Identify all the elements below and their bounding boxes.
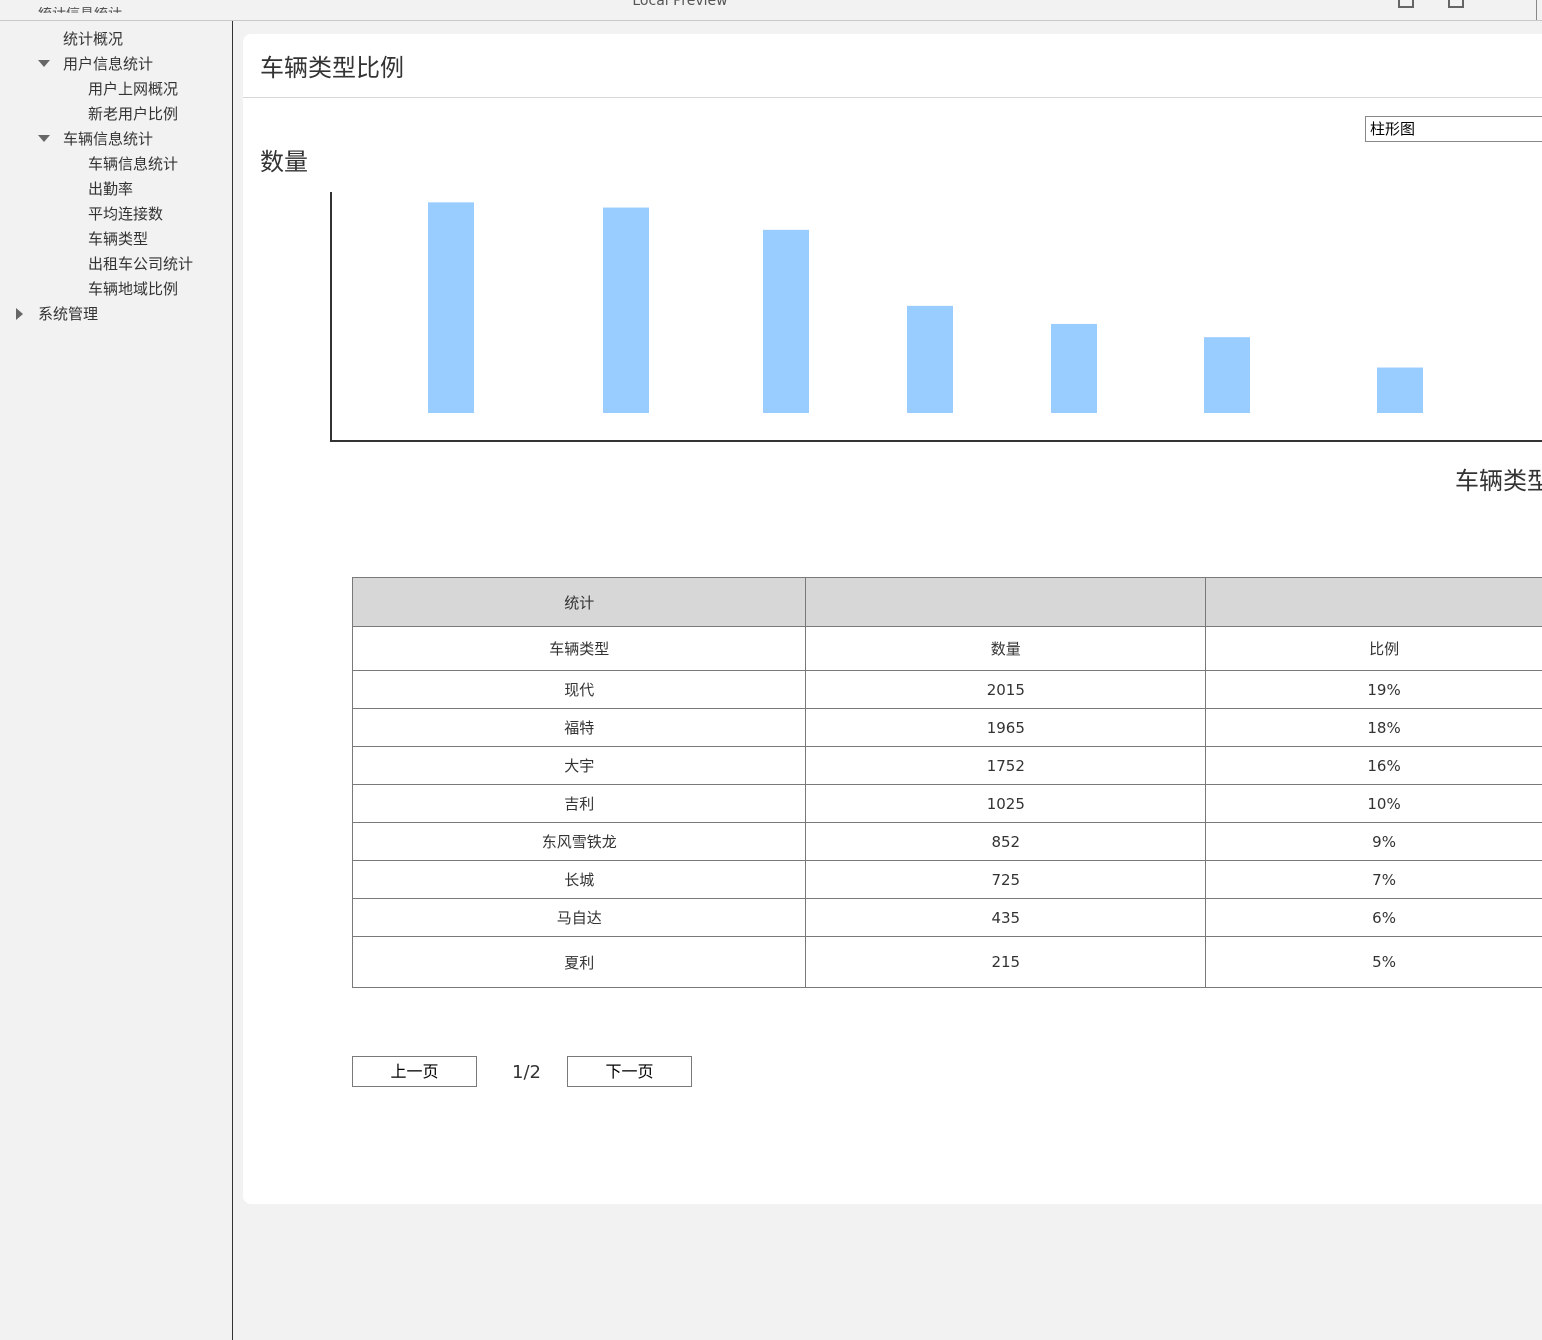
sidebar-item-cut-off[interactable]: 统计信息统计 xyxy=(38,7,122,13)
chart-bar-3 xyxy=(763,229,809,413)
sidebar-item-new-old-users[interactable]: 新老用户比例 xyxy=(88,104,178,124)
cell-vehicle-type: 东风雪铁龙 xyxy=(351,822,807,861)
cell-vehicle-type: 长城 xyxy=(351,860,807,899)
cell-ratio: 18% xyxy=(1205,708,1542,747)
sidebar-nav: 统计概况 用户信息统计 用户上网概况 新老用户比例 车辆信息统计 车辆信息统计 … xyxy=(0,21,233,1340)
table-row: 吉利 1025 10% xyxy=(351,784,1542,823)
chart-bar-7 xyxy=(1377,367,1423,413)
cell-count: 1025 xyxy=(805,784,1207,823)
column-header-count: 数量 xyxy=(805,626,1207,671)
table-column-header: 车辆类型 数量 比例 xyxy=(351,626,1542,671)
cell-vehicle-type: 现代 xyxy=(351,670,807,709)
table-row: 夏利 215 5% xyxy=(351,936,1542,988)
cell-vehicle-type: 吉利 xyxy=(351,784,807,823)
bar-chart xyxy=(330,192,1542,442)
cell-vehicle-type: 马自达 xyxy=(351,898,807,937)
cell-count: 725 xyxy=(805,860,1207,899)
cell-vehicle-type: 福特 xyxy=(351,708,807,747)
table-row: 马自达 435 6% xyxy=(351,898,1542,937)
cell-count: 215 xyxy=(805,936,1207,988)
column-header-ratio: 比例 xyxy=(1205,626,1542,671)
chart-bar-2 xyxy=(603,207,649,413)
prev-page-button[interactable]: 上一页 xyxy=(352,1056,477,1087)
chevron-down-icon[interactable] xyxy=(38,60,50,67)
window-title: Local Preview xyxy=(632,0,728,9)
table-row: 福特 1965 18% xyxy=(351,708,1542,747)
cell-ratio: 7% xyxy=(1205,860,1542,899)
sidebar-group-vehicle-stats[interactable]: 车辆信息统计 xyxy=(63,129,153,149)
cell-ratio: 6% xyxy=(1205,898,1542,937)
sidebar-item-avg-connections[interactable]: 平均连接数 xyxy=(88,204,163,224)
table-header-cell xyxy=(1205,577,1542,627)
chart-bar-6 xyxy=(1204,337,1250,413)
cell-vehicle-type: 大宇 xyxy=(351,746,807,785)
chevron-right-icon[interactable] xyxy=(16,308,23,320)
vehicle-type-table: 统计 车辆类型 数量 比例 现代 2015 19% 福特 1965 18% 大宇… xyxy=(351,577,1542,988)
window-titlebar: Local Preview xyxy=(0,0,1542,21)
cell-count: 435 xyxy=(805,898,1207,937)
chart-x-axis-label: 车辆类型 xyxy=(1455,467,1542,495)
cell-count: 2015 xyxy=(805,670,1207,709)
cell-count: 1752 xyxy=(805,746,1207,785)
page-title: 车辆类型比例 xyxy=(260,54,404,82)
next-page-button[interactable]: 下一页 xyxy=(567,1056,692,1087)
sidebar-group-user-stats[interactable]: 用户信息统计 xyxy=(63,54,153,74)
cell-count: 852 xyxy=(805,822,1207,861)
sidebar-item-vehicle-type[interactable]: 车辆类型 xyxy=(88,229,148,249)
chevron-down-icon[interactable] xyxy=(38,135,50,142)
table-header-cell: 统计 xyxy=(351,577,807,627)
chart-bar-1 xyxy=(428,202,474,413)
cell-ratio: 9% xyxy=(1205,822,1542,861)
content-panel: 车辆类型比例 柱形图 数量 车辆类型 统计 车辆类型 数量 比例 现代 2015… xyxy=(243,34,1542,1204)
chart-type-select[interactable]: 柱形图 xyxy=(1365,116,1542,142)
chart-bar-4 xyxy=(907,305,953,413)
page-indicator: 1/2 xyxy=(512,1062,541,1083)
sidebar-item-stat-overview[interactable]: 统计概况 xyxy=(63,29,123,49)
table-row: 现代 2015 19% xyxy=(351,670,1542,709)
sidebar-group-system-admin[interactable]: 系统管理 xyxy=(38,304,98,324)
cell-ratio: 16% xyxy=(1205,746,1542,785)
sidebar-item-taxi-company[interactable]: 出租车公司统计 xyxy=(88,254,193,274)
cell-ratio: 10% xyxy=(1205,784,1542,823)
sidebar-item-vehicle-info[interactable]: 车辆信息统计 xyxy=(88,154,178,174)
chart-bar-5 xyxy=(1051,323,1097,413)
cell-vehicle-type: 夏利 xyxy=(351,936,807,988)
cell-count: 1965 xyxy=(805,708,1207,747)
export-icon[interactable] xyxy=(1448,0,1464,8)
cell-ratio: 19% xyxy=(1205,670,1542,709)
table-header-cell xyxy=(805,577,1207,627)
table-group-header: 统计 xyxy=(351,577,1542,627)
title-divider xyxy=(243,97,1542,98)
sidebar-item-attendance[interactable]: 出勤率 xyxy=(88,179,133,199)
table-row: 长城 725 7% xyxy=(351,860,1542,899)
table-row: 东风雪铁龙 852 9% xyxy=(351,822,1542,861)
save-icon[interactable] xyxy=(1398,0,1414,8)
table-row: 大宇 1752 16% xyxy=(351,746,1542,785)
window-divider xyxy=(1536,0,1537,20)
chart-y-axis-label: 数量 xyxy=(260,148,308,176)
cell-ratio: 5% xyxy=(1205,936,1542,988)
column-header-vehicle-type: 车辆类型 xyxy=(351,626,807,671)
sidebar-item-user-online[interactable]: 用户上网概况 xyxy=(88,79,178,99)
sidebar-item-vehicle-region[interactable]: 车辆地域比例 xyxy=(88,279,178,299)
